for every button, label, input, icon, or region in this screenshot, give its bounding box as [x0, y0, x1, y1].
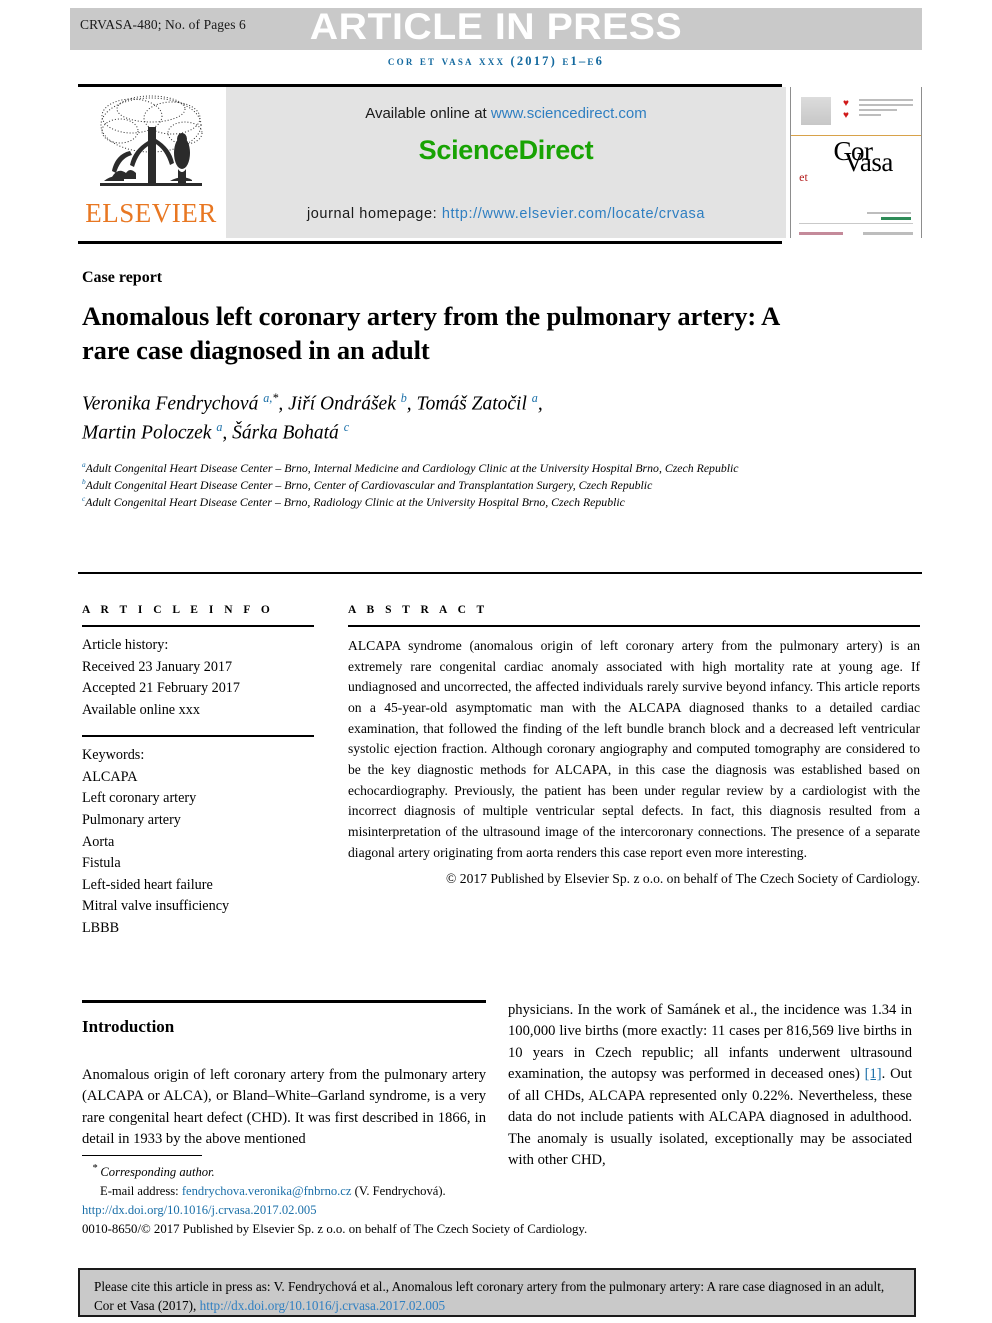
abstract-rule	[348, 625, 920, 627]
email-owner: (V. Fendrychová).	[351, 1184, 446, 1199]
author-list: Veronika Fendrychová a,*, Jiří Ondrášek …	[82, 391, 543, 444]
affiliation-c: cAdult Congenital Heart Disease Center –…	[82, 494, 782, 511]
author-1: Veronika Fendrychová	[82, 393, 264, 415]
cover-footer-divider	[799, 223, 913, 224]
abstract-copyright: © 2017 Published by Elsevier Sp. z o.o. …	[446, 871, 920, 887]
abstract-column: A B S T R A C T ALCAPA syndrome (anomalo…	[348, 604, 920, 890]
article-info-rule	[82, 625, 314, 627]
masthead: ELSEVIER Available online at www.science…	[78, 87, 922, 238]
cover-journal-title: Cor et Vasa	[791, 138, 921, 189]
corresponding-author-note: * Corresponding author.	[82, 1161, 502, 1182]
affiliation-c-text: Adult Congenital Heart Disease Center – …	[85, 495, 625, 510]
author-3-affiliation-marker: a	[531, 391, 538, 405]
issn-copyright-note: 0010-8650/© 2017 Published by Elsevier S…	[82, 1221, 588, 1236]
elsevier-logo: ELSEVIER	[78, 87, 224, 238]
cover-heart-icon: ♥	[843, 98, 849, 109]
header-bottom-rule	[78, 572, 922, 574]
accepted-date: Accepted 21 February 2017	[82, 680, 240, 697]
journal-citation-line: COR ET VASA XXX (2017) e1–e6	[387, 54, 605, 68]
keywords-block: Keywords: ALCAPA Left coronary artery Pu…	[82, 745, 314, 939]
keyword-item: Left-sided heart failure	[82, 876, 213, 893]
masthead-bottom-rule	[78, 241, 782, 244]
article-type-label: Case report	[82, 269, 163, 286]
email-link[interactable]: fendrychova.veronika@fnbrno.cz	[182, 1184, 352, 1198]
article-in-press-banner: CRVASA-480; No. of Pages 6 ARTICLE IN PR…	[70, 6, 922, 50]
author-3: , Tomáš Zatočil	[406, 393, 532, 415]
footnote-separator-rule	[82, 1155, 202, 1156]
abstract-body: ALCAPA syndrome (anomalous origin of lef…	[348, 638, 920, 860]
article-in-press-text: ARTICLE IN PRESS	[309, 6, 683, 47]
keyword-item: LBBB	[82, 919, 120, 936]
journal-homepage-label: journal homepage:	[306, 206, 442, 222]
body-left-column: Introduction Anomalous origin of left co…	[82, 1000, 486, 1151]
introduction-top-rule	[82, 1000, 486, 1003]
affiliation-b-text: Adult Congenital Heart Disease Center – …	[85, 478, 653, 493]
keywords-label: Keywords:	[82, 747, 145, 764]
doi-note: http://dx.doi.org/10.1016/j.crvasa.2017.…	[82, 1201, 502, 1220]
affiliation-list: aAdult Congenital Heart Disease Center –…	[82, 460, 782, 511]
cite-this-article-box: Please cite this article in press as: V.…	[78, 1268, 916, 1317]
elsevier-wordmark: ELSEVIER	[85, 198, 217, 228]
cite-doi-link[interactable]: http://dx.doi.org/10.1016/j.crvasa.2017.…	[200, 1298, 446, 1313]
abstract-heading: A B S T R A C T	[348, 604, 489, 616]
author-2: , Jiří Ondrášek	[278, 393, 401, 415]
page-title: Anomalous left coronary artery from the …	[82, 301, 779, 365]
affiliation-a-text: Adult Congenital Heart Disease Center – …	[85, 461, 739, 475]
keywords-divider-rule	[82, 735, 314, 738]
available-online-label: Available online at	[365, 105, 491, 122]
article-info-column: A R T I C L E I N F O Article history: R…	[82, 604, 314, 940]
sciencedirect-wordmark: ScienceDirect	[418, 135, 594, 165]
doi-link[interactable]: http://dx.doi.org/10.1016/j.crvasa.2017.…	[82, 1203, 317, 1217]
affiliation-a: aAdult Congenital Heart Disease Center –…	[82, 460, 782, 477]
cover-footer-line-1	[867, 212, 911, 214]
cover-footer-right-mark	[863, 232, 913, 235]
cover-top-masthead: ♥ ♥	[799, 97, 913, 131]
incidence-text-part-1: physicians. In the work of Samánek et al…	[508, 1002, 912, 1083]
footnote-block: * Corresponding author. E-mail address: …	[82, 1155, 588, 1239]
journal-homepage-line: journal homepage: http://www.elsevier.co…	[226, 206, 786, 222]
keyword-item: Pulmonary artery	[82, 812, 181, 829]
author-1-affiliation-marker: a,	[263, 391, 273, 405]
cover-footer-line-2	[881, 217, 911, 220]
keyword-item: ALCAPA	[82, 768, 138, 785]
introduction-heading: Introduction	[82, 1017, 175, 1036]
cite-this-article-text: Please cite this article in press as: V.…	[94, 1277, 900, 1315]
author-5-affiliation-marker: c	[343, 419, 350, 434]
available-online-date: Available online xxx	[82, 701, 200, 718]
reference-link-1[interactable]: [1]	[865, 1066, 882, 1082]
cover-title-vasa: Vasa	[843, 146, 893, 177]
corresponding-author-star-icon: *	[92, 1163, 98, 1174]
received-date: Received 23 January 2017	[82, 658, 233, 675]
cover-title-et: et	[799, 169, 808, 184]
cover-society-lines	[859, 99, 913, 119]
incidence-paragraph: physicians. In the work of Samánek et al…	[508, 1000, 912, 1172]
author-5: , Šárka Bohatá	[222, 422, 344, 444]
sciencedirect-url-link[interactable]: www.sciencedirect.com	[491, 105, 647, 122]
keyword-item: Left coronary artery	[82, 790, 197, 807]
keyword-item: Mitral valve insufficiency	[82, 898, 230, 915]
email-label: E-mail address:	[100, 1184, 182, 1199]
sciencedirect-box: Available online at www.sciencedirect.co…	[226, 87, 786, 238]
cover-publisher-logo-icon	[801, 97, 831, 125]
journal-cover-thumbnail: ♥ ♥ Cor et Vasa	[790, 87, 922, 238]
keyword-item: Aorta	[82, 833, 115, 850]
article-history-label: Article history:	[82, 637, 169, 653]
author-4: Martin Poloczek	[82, 422, 217, 444]
affiliation-b: bAdult Congenital Heart Disease Center –…	[82, 477, 782, 494]
cover-heart-icon-2: ♥	[843, 110, 849, 121]
corresponding-author-text: Corresponding author.	[100, 1165, 215, 1180]
keyword-item: Fistula	[82, 855, 121, 872]
email-address-note: E-mail address: fendrychova.veronika@fnb…	[82, 1182, 502, 1201]
article-history-block: Article history: Received 23 January 201…	[82, 635, 314, 721]
journal-homepage-link[interactable]: http://www.elsevier.com/locate/crvasa	[442, 206, 705, 222]
elsevier-tree-icon	[100, 95, 203, 186]
article-info-heading: A R T I C L E I N F O	[82, 604, 274, 616]
body-right-column: physicians. In the work of Samánek et al…	[508, 1000, 912, 1172]
introduction-paragraph: Anomalous origin of left coronary artery…	[82, 1067, 486, 1148]
available-online-line: Available online at www.sciencedirect.co…	[226, 105, 786, 122]
cover-footer-left-mark	[799, 232, 843, 235]
